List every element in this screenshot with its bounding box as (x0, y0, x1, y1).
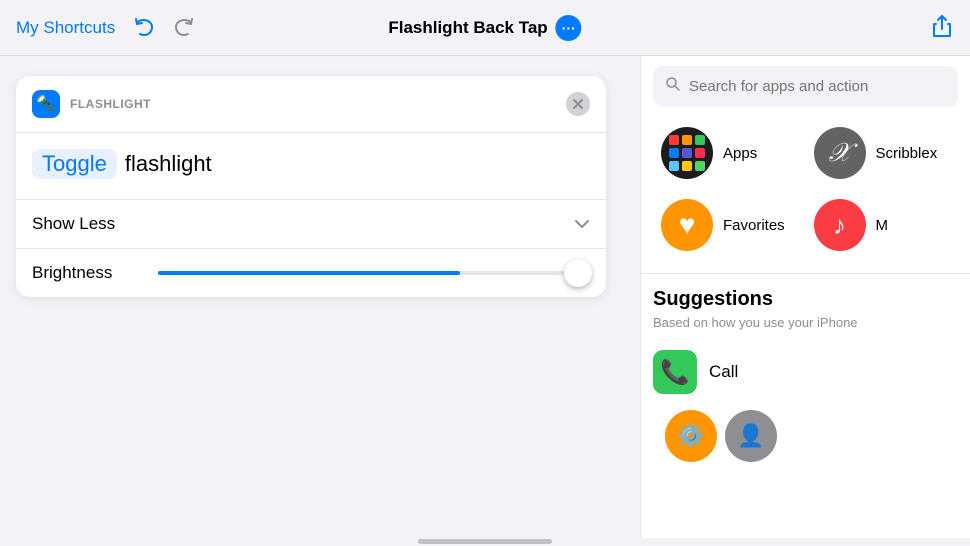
share-button[interactable] (930, 14, 954, 41)
action-card-footer: Show Less Brightness (16, 199, 606, 297)
category-item-scribblex[interactable]: 𝒳 Scribblex (806, 117, 959, 189)
slider-fill (158, 271, 460, 275)
action-card: 🔦 FLASHLIGHT Toggle flashlight (16, 76, 606, 297)
category-item-music[interactable]: ♪ M (806, 189, 959, 261)
music-category-icon: ♪ (814, 199, 866, 251)
brightness-slider[interactable] (158, 271, 590, 275)
close-icon (572, 98, 584, 110)
category-item-favorites[interactable]: ♥ Favorites (653, 189, 806, 261)
app-header: My Shortcuts Flashlight Back Tap ··· (0, 0, 970, 56)
app-dot (695, 135, 705, 145)
undo-icon (129, 14, 157, 42)
suggestions-title: Suggestions (653, 274, 958, 315)
scribblex-category-icon: 𝒳 (814, 127, 866, 179)
redo-icon (171, 14, 199, 42)
action-description: Toggle flashlight (32, 149, 590, 179)
app-dot (669, 148, 679, 158)
action-card-body: Toggle flashlight (16, 133, 606, 199)
app-dot (669, 135, 679, 145)
right-panel: Apps 𝒳 Scribblex ♥ Favorites ♪ (640, 56, 970, 538)
app-dot (682, 148, 692, 158)
app-dot (669, 161, 679, 171)
music-label: M (876, 217, 889, 234)
suggestions-subtitle: Based on how you use your iPhone (653, 315, 958, 330)
app-dot (695, 161, 705, 171)
action-title-label: FLASHLIGHT (70, 97, 151, 111)
chevron-down-icon (574, 216, 590, 232)
apps-category-icon (661, 127, 713, 179)
my-shortcuts-button[interactable]: My Shortcuts (16, 18, 115, 38)
show-less-row[interactable]: Show Less (16, 200, 606, 249)
brightness-label: Brightness (32, 263, 142, 283)
undo-button[interactable] (129, 14, 157, 42)
favorites-category-icon: ♥ (661, 199, 713, 251)
categories-grid: Apps 𝒳 Scribblex ♥ Favorites ♪ (641, 117, 970, 273)
close-action-button[interactable] (566, 92, 590, 116)
toggle-badge[interactable]: Toggle (32, 149, 117, 179)
slider-thumb[interactable] (564, 259, 592, 287)
main-content: 🔦 FLASHLIGHT Toggle flashlight (0, 56, 970, 538)
more-icon: ··· (562, 20, 576, 36)
favorites-label: Favorites (723, 217, 785, 234)
suggestion-item-call[interactable]: 📞 Call (653, 342, 958, 402)
call-icon: 📞 (660, 358, 690, 387)
music-note-icon: ♪ (833, 210, 846, 241)
flashlight-icon-bg: 🔦 (32, 90, 60, 118)
page-title: Flashlight Back Tap (388, 18, 547, 38)
left-panel: 🔦 FLASHLIGHT Toggle flashlight (0, 56, 640, 538)
brightness-row: Brightness (16, 249, 606, 297)
category-item-apps[interactable]: Apps (653, 117, 806, 189)
header-center: Flashlight Back Tap ··· (388, 15, 581, 41)
app-dot (682, 161, 692, 171)
more-options-button[interactable]: ··· (556, 15, 582, 41)
action-title-row: 🔦 FLASHLIGHT (32, 90, 151, 118)
share-icon (930, 14, 954, 38)
scribblex-label: Scribblex (876, 145, 938, 162)
bottom-icons-row: ⚙️ 👤 (653, 402, 958, 470)
search-input[interactable] (689, 78, 946, 95)
heart-icon: ♥ (679, 209, 696, 241)
show-less-label: Show Less (32, 214, 115, 234)
search-icon (665, 76, 681, 97)
partial-icon-1: ⚙️ (665, 410, 717, 462)
app-dot (682, 135, 692, 145)
apps-grid (661, 127, 713, 179)
home-bar (418, 539, 552, 544)
call-label: Call (709, 362, 738, 382)
app-dot (695, 148, 705, 158)
search-bar[interactable] (653, 66, 958, 107)
action-card-header: 🔦 FLASHLIGHT (16, 76, 606, 133)
suggestions-section: Suggestions Based on how you use your iP… (641, 273, 970, 538)
flashlight-icon: 🔦 (36, 94, 56, 114)
home-indicator (0, 538, 970, 546)
call-icon-bg: 📞 (653, 350, 697, 394)
apps-label: Apps (723, 145, 757, 162)
redo-button[interactable] (171, 14, 199, 42)
partial-icon-2: 👤 (725, 410, 777, 462)
flashlight-text: flashlight (125, 151, 212, 177)
